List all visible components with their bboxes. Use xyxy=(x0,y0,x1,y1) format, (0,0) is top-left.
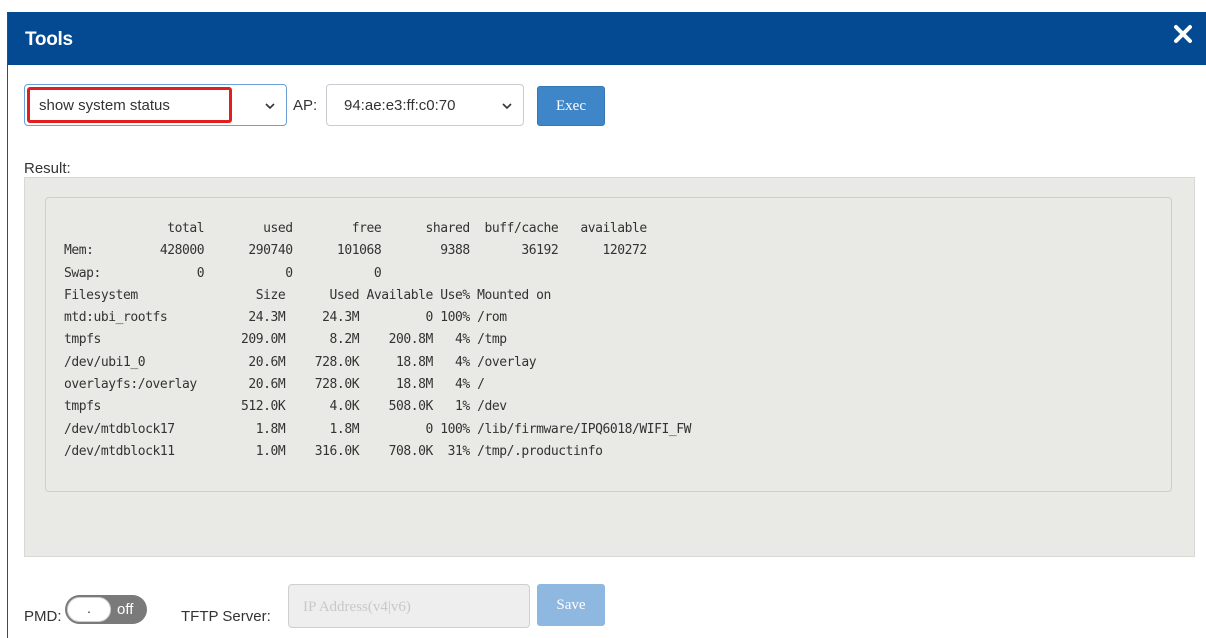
command-select[interactable]: show system status xyxy=(24,84,287,126)
tftp-server-input[interactable]: IP Address(v4|v6) xyxy=(288,584,530,628)
ap-label: AP: xyxy=(293,97,318,114)
tools-dialog: Tools show system status AP: 94:ae:e3:ff… xyxy=(7,12,1206,638)
result-line: /dev/ubi1_0 20.6M 728.0K 18.8M 4% /overl… xyxy=(64,354,537,370)
tftp-server-label: TFTP Server: xyxy=(181,608,271,625)
dialog-title: Tools xyxy=(25,29,73,50)
chevron-down-icon xyxy=(264,99,276,111)
result-line: tmpfs 512.0K 4.0K 508.0K 1% /dev xyxy=(64,399,507,415)
pmd-label: PMD: xyxy=(24,608,62,625)
tftp-server-placeholder: IP Address(v4|v6) xyxy=(303,599,411,615)
result-label: Result: xyxy=(24,160,71,177)
result-output-box: total used free shared buff/cache availa… xyxy=(45,197,1172,492)
result-line: total used free shared buff/cache availa… xyxy=(64,221,647,236)
result-output: total used free shared buff/cache availa… xyxy=(64,218,691,463)
close-icon[interactable] xyxy=(1171,22,1195,46)
ap-select[interactable]: 94:ae:e3:ff:c0:70 xyxy=(326,84,524,126)
exec-button[interactable]: Exec xyxy=(537,86,605,126)
result-panel: total used free shared buff/cache availa… xyxy=(24,177,1195,557)
result-line: overlayfs:/overlay 20.6M 728.0K 18.8M 4%… xyxy=(64,377,485,393)
dialog-titlebar: Tools xyxy=(8,12,1206,65)
pmd-toggle[interactable]: . off xyxy=(65,595,147,624)
save-button[interactable]: Save xyxy=(537,584,605,626)
result-line: mtd:ubi_rootfs 24.3M 24.3M 0 100% /rom xyxy=(64,310,507,326)
ap-select-value: 94:ae:e3:ff:c0:70 xyxy=(344,97,456,114)
result-line: Mem: 428000 290740 101068 9388 36192 120… xyxy=(64,243,647,259)
result-line: tmpfs 209.0M 8.2M 200.8M 4% /tmp xyxy=(64,332,507,348)
result-line: Swap: 0 0 0 xyxy=(64,265,382,281)
pmd-toggle-state: off xyxy=(117,601,134,618)
chevron-down-icon xyxy=(501,99,513,111)
result-line: /dev/mtdblock11 1.0M 316.0K 708.0K 31% /… xyxy=(64,443,603,459)
result-line: /dev/mtdblock17 1.8M 1.8M 0 100% /lib/fi… xyxy=(64,421,692,437)
pmd-toggle-knob: . xyxy=(67,597,111,622)
result-line: Filesystem Size Used Available Use% Moun… xyxy=(64,287,551,303)
command-select-value: show system status xyxy=(39,97,170,114)
